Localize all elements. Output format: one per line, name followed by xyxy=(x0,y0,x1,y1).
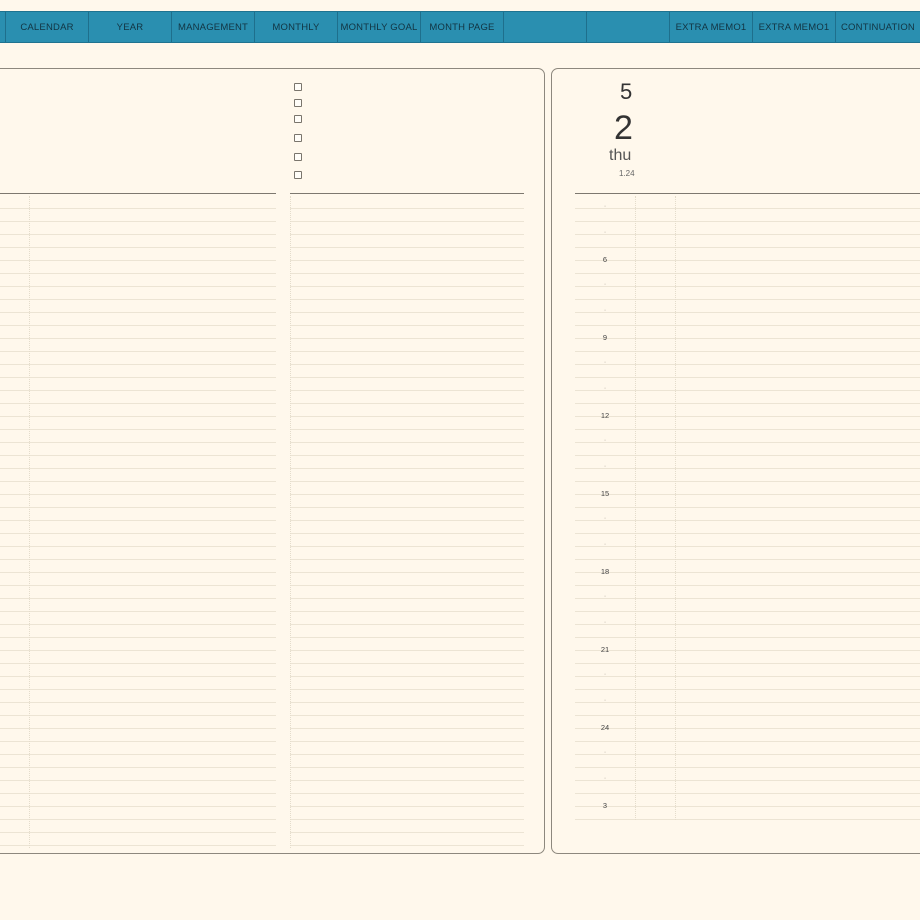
tab-monthly[interactable]: MONTHLY xyxy=(255,12,338,42)
hour-tick: · xyxy=(603,385,607,392)
hour-tick: · xyxy=(603,203,607,210)
checkbox[interactable] xyxy=(294,115,302,123)
hour-tick: · xyxy=(603,541,607,548)
time-column-guide xyxy=(635,196,636,820)
todo-divider xyxy=(290,193,524,194)
margin-guide xyxy=(29,196,30,848)
left-notes-panel xyxy=(0,68,545,854)
date-subtitle: 1.24 xyxy=(619,169,635,178)
date-weekday: thu xyxy=(609,147,632,164)
schedule-divider xyxy=(575,193,920,194)
hour-tick: · xyxy=(603,437,607,444)
tab-extra-memo-2[interactable]: EXTRA MEMO1 xyxy=(753,12,836,42)
notes-writing-area[interactable] xyxy=(0,196,276,848)
notes-divider xyxy=(0,193,276,194)
tab-month-page[interactable]: MONTH PAGE xyxy=(421,12,504,42)
hour-label: 21 xyxy=(600,645,610,654)
hour-tick: · xyxy=(603,463,607,470)
tab-calendar[interactable]: CALENDAR xyxy=(6,12,89,42)
hour-label: 3 xyxy=(602,801,608,810)
hour-tick: · xyxy=(603,359,607,366)
checkbox[interactable] xyxy=(294,83,302,91)
time-column-guide xyxy=(675,196,676,820)
checkbox[interactable] xyxy=(294,153,302,161)
tab-blank-2[interactable] xyxy=(587,12,670,42)
checkbox[interactable] xyxy=(294,134,302,142)
tab-management[interactable]: MANAGEMENT xyxy=(172,12,255,42)
hour-label: 9 xyxy=(602,333,608,342)
hour-tick: · xyxy=(603,619,607,626)
top-tab-bar: CALENDAR YEAR MANAGEMENT MONTHLY MONTHLY… xyxy=(0,11,920,43)
margin-guide xyxy=(290,196,291,848)
date-day: 2 xyxy=(614,109,633,147)
hour-label: 15 xyxy=(600,489,610,498)
hour-tick: · xyxy=(603,281,607,288)
daily-schedule-panel: 5 2 thu 1.24 · · 6 · · 9 · · 12 · · 15 · · 18 · · 21 · · 24 ·… xyxy=(551,68,920,854)
hour-tick: · xyxy=(603,593,607,600)
hour-label: 24 xyxy=(600,723,610,732)
todo-writing-area[interactable] xyxy=(290,196,524,848)
date-month: 5 xyxy=(620,79,633,104)
hour-label: 18 xyxy=(600,567,610,576)
schedule-writing-area[interactable] xyxy=(575,196,920,820)
tab-monthly-goal[interactable]: MONTHLY GOAL xyxy=(338,12,421,42)
hour-tick: · xyxy=(603,697,607,704)
tab-extra-memo-1[interactable]: EXTRA MEMO1 xyxy=(670,12,753,42)
hour-tick: · xyxy=(603,671,607,678)
checkbox[interactable] xyxy=(294,99,302,107)
hour-label: 12 xyxy=(600,411,610,420)
tab-year[interactable]: YEAR xyxy=(89,12,172,42)
hour-tick: · xyxy=(603,775,607,782)
hour-tick: · xyxy=(603,229,607,236)
checkbox[interactable] xyxy=(294,171,302,179)
tab-continuation[interactable]: CONTINUATION xyxy=(836,12,920,42)
hour-tick: · xyxy=(603,749,607,756)
hour-label: 6 xyxy=(602,255,608,264)
hour-tick: · xyxy=(603,515,607,522)
hour-tick: · xyxy=(603,307,607,314)
tab-blank-1[interactable] xyxy=(504,12,587,42)
